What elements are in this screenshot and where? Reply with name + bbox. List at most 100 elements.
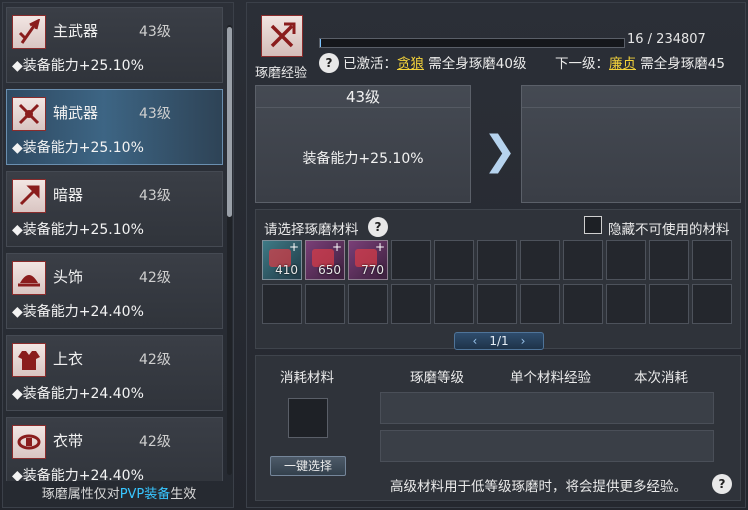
armor-icon <box>12 343 46 377</box>
equip-item-off-weapon[interactable]: 辅武器 43级 ◆装备能力+25.10% <box>6 89 223 165</box>
material-count: 770 <box>361 263 384 277</box>
consume-panel: 消耗材料 琢磨等级 单个材料经验 本次消耗 一键选择 高级材料用于低等级琢磨时，… <box>255 355 741 501</box>
material-slot-empty[interactable] <box>348 284 388 324</box>
help-icon[interactable]: ? <box>712 474 732 494</box>
help-icon[interactable]: ? <box>319 53 339 73</box>
equip-stat: ◆装备能力+25.10% <box>12 222 144 238</box>
material-slot-empty[interactable] <box>563 240 603 280</box>
equip-name: 主武器 <box>53 22 99 40</box>
material-count: 410 <box>275 263 298 277</box>
material-slot[interactable]: + 410 <box>262 240 302 280</box>
plus-icon: + <box>288 240 299 254</box>
equip-stat: ◆装备能力+25.10% <box>12 58 144 74</box>
current-stat: 装备能力+25.10% <box>302 151 424 167</box>
equipment-list: 主武器 43级 ◆装备能力+25.10% 辅武器 43级 ◆装备能力+25.10… <box>3 3 225 481</box>
equip-level: 43级 <box>139 106 171 122</box>
chevron-right-icon: ❯ <box>483 128 517 174</box>
hide-unusable-label[interactable]: 隐藏不可使用的材料 <box>608 218 730 238</box>
help-icon[interactable]: ? <box>368 217 388 237</box>
equip-stat: ◆装备能力+24.40% <box>12 468 144 481</box>
pvp-note-highlight: PVP装备 <box>119 487 171 502</box>
plus-icon: + <box>374 240 385 254</box>
next-level-box <box>521 85 741 203</box>
polish-exp-bar <box>319 38 625 48</box>
material-slot-empty[interactable] <box>434 284 474 324</box>
plus-icon: + <box>331 240 342 254</box>
equip-name: 衣带 <box>53 432 84 450</box>
material-slot-empty[interactable] <box>391 284 431 324</box>
equipment-panel: 主武器 43级 ◆装备能力+25.10% 辅武器 43级 ◆装备能力+25.10… <box>2 2 234 508</box>
polish-hint: 高级材料用于低等级琢磨时，将会提供更多经验。 <box>390 479 687 495</box>
col-polish-level: 琢磨等级 <box>410 370 464 386</box>
scrollbar-thumb[interactable] <box>227 27 232 217</box>
pvp-note-prefix: 琢磨属性仅对 <box>41 487 120 502</box>
equip-level: 42级 <box>139 270 171 286</box>
next-level-header <box>522 86 740 108</box>
polish-panel: 琢磨经验 16 / 234807 ? 已激活：贪狼 需全身琢磨40级 下一级：廉… <box>246 2 746 508</box>
material-slot-empty[interactable] <box>563 284 603 324</box>
equip-name: 暗器 <box>53 186 84 204</box>
material-slot-empty[interactable] <box>477 240 517 280</box>
material-slot-empty[interactable] <box>606 284 646 324</box>
col-this-cost: 本次消耗 <box>634 370 688 386</box>
equip-level: 43级 <box>139 188 171 204</box>
equip-stat: ◆装备能力+25.10% <box>12 140 144 156</box>
material-title: 请选择琢磨材料 <box>264 222 359 238</box>
equip-stat: ◆装备能力+24.40% <box>12 304 144 320</box>
material-slot[interactable]: + 650 <box>305 240 345 280</box>
page-indicator: 1/1 <box>489 334 509 348</box>
equip-level: 42级 <box>139 434 171 450</box>
equip-name: 辅武器 <box>53 104 99 122</box>
equip-name: 头饰 <box>53 268 84 286</box>
polish-exp-label: 琢磨经验 <box>255 66 308 81</box>
material-pager: ‹ 1/1 › <box>454 332 544 350</box>
equip-item-belt[interactable]: 衣带 42级 ◆装备能力+24.40% <box>6 417 223 481</box>
activated-suffix: 需全身琢磨40级 <box>424 56 527 72</box>
next-link[interactable]: 廉贞 <box>609 56 636 72</box>
pvp-note-suffix: 生效 <box>170 487 197 502</box>
consume-material-slot[interactable] <box>288 398 328 438</box>
pvp-note: 琢磨属性仅对PVP装备生效 <box>3 483 233 502</box>
material-slot-empty[interactable] <box>692 284 732 324</box>
material-slot-empty[interactable] <box>262 284 302 324</box>
spear-icon <box>12 15 46 49</box>
crossed-weapons-icon <box>12 97 46 131</box>
activated-link[interactable]: 贪狼 <box>397 56 424 72</box>
hide-unusable-checkbox[interactable] <box>584 216 602 234</box>
polish-icon <box>261 15 303 57</box>
consume-data-row <box>380 430 714 462</box>
activated-info: 已激活：贪狼 需全身琢磨40级 <box>343 52 526 72</box>
equip-name: 上衣 <box>53 350 84 368</box>
col-consume-material: 消耗材料 <box>280 370 334 386</box>
next-suffix: 需全身琢磨45 <box>636 56 725 72</box>
material-slot-empty[interactable] <box>477 284 517 324</box>
dart-icon <box>12 179 46 213</box>
material-slot-empty[interactable] <box>692 240 732 280</box>
current-level: 43级 <box>256 86 470 108</box>
polish-exp-text: 16 / 234807 <box>627 32 706 47</box>
equip-item-main-weapon[interactable]: 主武器 43级 ◆装备能力+25.10% <box>6 7 223 83</box>
belt-icon <box>12 425 46 459</box>
next-level-info: 下一级：廉贞 需全身琢磨45 <box>555 52 725 72</box>
next-page-icon[interactable]: › <box>521 334 526 348</box>
equip-item-headgear[interactable]: 头饰 42级 ◆装备能力+24.40% <box>6 253 223 329</box>
material-panel: 请选择琢磨材料 ? 隐藏不可使用的材料 + 410 + 650 + 770 ‹ … <box>255 209 741 350</box>
material-slot-empty[interactable] <box>520 240 560 280</box>
one-key-select-button[interactable]: 一键选择 <box>270 456 346 476</box>
headgear-icon <box>12 261 46 295</box>
material-slot-empty[interactable] <box>434 240 474 280</box>
prev-page-icon[interactable]: ‹ <box>473 334 478 348</box>
material-slot-empty[interactable] <box>305 284 345 324</box>
equip-stat: ◆装备能力+24.40% <box>12 386 144 402</box>
material-slot-empty[interactable] <box>606 240 646 280</box>
equip-level: 43级 <box>139 24 171 40</box>
material-slot[interactable]: + 770 <box>348 240 388 280</box>
equip-item-top[interactable]: 上衣 42级 ◆装备能力+24.40% <box>6 335 223 411</box>
equip-item-hidden-weapon[interactable]: 暗器 43级 ◆装备能力+25.10% <box>6 171 223 247</box>
material-slot-empty[interactable] <box>391 240 431 280</box>
polish-exp-fill <box>320 39 321 47</box>
material-slot-empty[interactable] <box>649 284 689 324</box>
material-slot-empty[interactable] <box>520 284 560 324</box>
material-slot-empty[interactable] <box>649 240 689 280</box>
current-level-box: 43级 装备能力+25.10% <box>255 85 471 203</box>
